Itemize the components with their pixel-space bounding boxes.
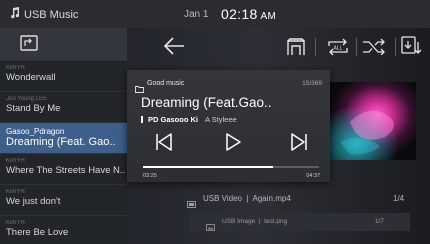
track-counter: 15/369 [302,80,322,87]
library-button[interactable] [286,38,306,61]
playlist-item-artist: KimYH [6,220,25,226]
track-artist: PD Gasooo Ki [148,115,199,124]
progress-bar[interactable] [143,166,319,168]
source-label-image: USB Image | test.png [222,217,288,225]
status-date: Jan 1 [184,9,209,20]
shuffle-icon [362,38,386,59]
clock-time: 02:18 [221,6,258,22]
playlist-item[interactable]: KimYH Wonderwall [0,60,127,91]
folder-up-button[interactable] [0,28,127,60]
album-art [330,82,416,160]
download-icon [401,36,425,60]
shuffle-button[interactable] [362,38,386,60]
playlist-item-artist: Joo Young LEE [6,96,48,102]
playlist-item-title: Dreaming (Feat. Gao.. [6,136,116,148]
arrow-left-icon [162,37,186,60]
now-playing-card: Good music 15/369 Dreaming (Feat.Gao.. P… [127,70,330,182]
progress-fill [143,166,274,168]
playlist-item-artist: KimYH [6,189,25,195]
svg-text:ALL: ALL [334,46,343,52]
status-app: USB Music [10,7,78,22]
status-bar: USB Music Jan 1 02:18 AM [0,0,430,28]
source-row-image[interactable]: USB Image | test.png 1/7 [190,213,410,231]
back-button[interactable] [162,36,186,61]
play-button[interactable] [225,133,241,156]
folder-up-icon [20,35,38,56]
playlist-item[interactable]: Gasoo_Pdragon Dreaming (Feat. Gao.. [0,122,127,153]
skip-previous-icon [155,133,173,155]
download-button[interactable] [401,36,425,61]
source-label-video: USB Video | Again.mp4 [203,194,291,203]
music-note-icon [10,7,20,22]
folder-name: Good music [147,80,185,87]
playlist-item[interactable]: KimYH We just don't [0,184,127,215]
playlist-panel: KimYH Wonderwall Joo Young LEE Stand By Me G… [0,28,127,244]
toolbar-divider [395,38,396,56]
source-count-video: 1/4 [393,194,405,203]
playlist-item-title: Wonderwall [6,72,56,83]
repeat-all-icon: ALL [326,38,350,60]
duration-time: 04:37 [306,173,320,179]
source-count-image: 1/7 [375,217,385,225]
playlist-item-title: We just don't [6,196,61,207]
toolbar-divider [315,38,316,56]
playlist-item[interactable]: KimYH There Be Love [0,215,127,244]
skip-next-icon [290,133,308,155]
screen: USB Music Jan 1 02:18 AM KimYH Wonderwall J… [0,0,430,244]
status-time: 02:18 AM [221,6,276,22]
library-icon [286,38,306,60]
playlist-item-title: Where The Streets Have N.. [6,165,126,176]
track-album: A Styleee [205,115,237,124]
image-icon [206,218,215,236]
playlist-item-title: Stand By Me [6,103,61,114]
playlist-item-artist: Gasoo_Pdragon [6,127,65,136]
app-title: USB Music [24,8,79,21]
play-icon [225,133,241,155]
track-title: Dreaming (Feat.Gao.. [141,95,272,110]
playlist-item-artist: KimYH [6,65,25,71]
playlist-item[interactable]: KimYH Where The Streets Have N.. [0,153,127,184]
playlist-item-artist: KimYH [6,158,25,164]
repeat-all-button[interactable]: ALL [326,38,350,61]
playlist-item[interactable]: Joo Young LEE Stand By Me [0,91,127,122]
clock-ampm: AM [260,11,277,22]
video-icon [187,195,196,213]
toolbar-divider [356,38,357,56]
playlist-item-title: There Be Love [6,227,69,238]
elapsed-time: 03:25 [143,173,157,179]
source-row-video[interactable]: USB Video | Again.mp4 1/4 [127,190,430,210]
previous-button[interactable] [155,133,173,156]
next-button[interactable] [290,133,308,156]
artist-marker [141,116,143,123]
